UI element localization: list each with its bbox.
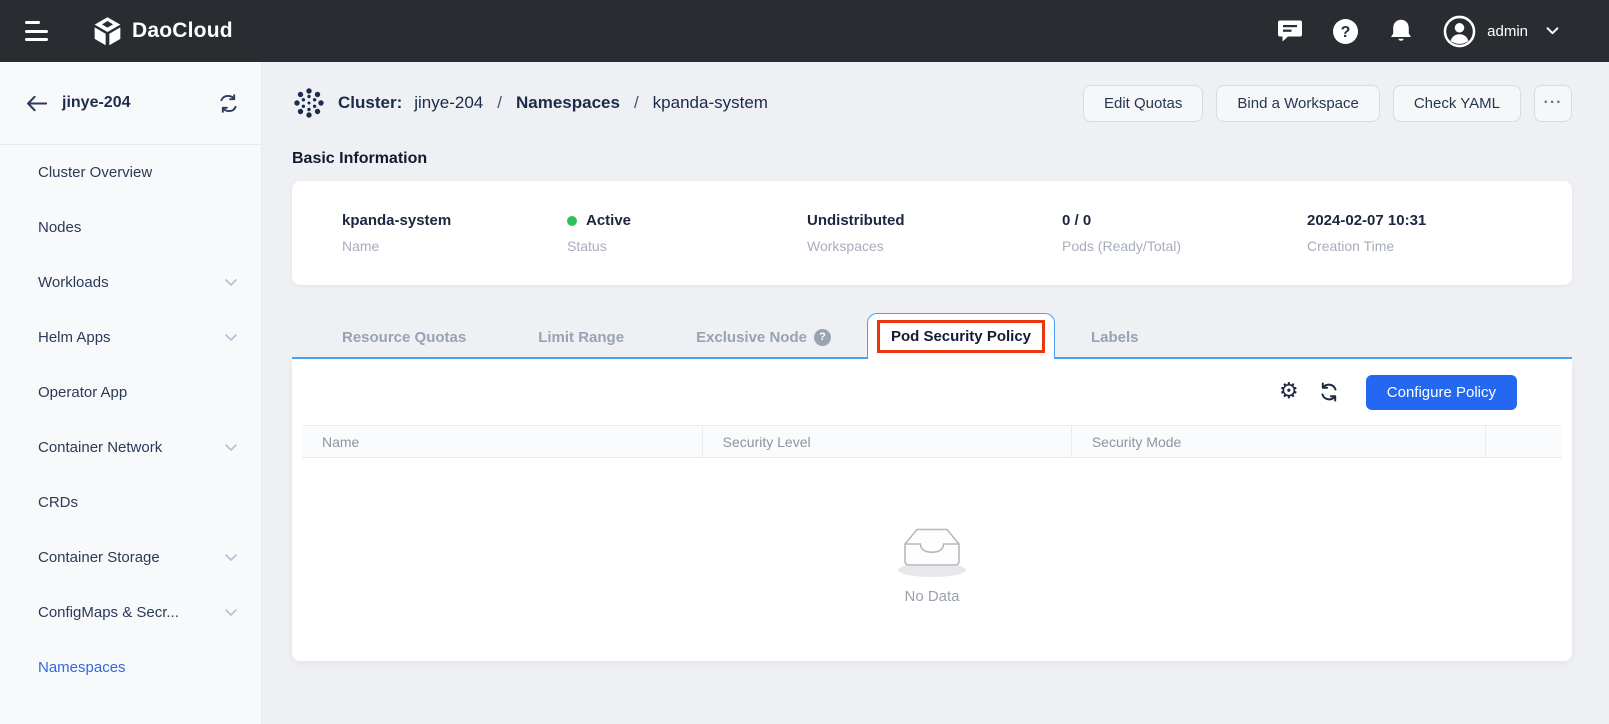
basic-information-title: Basic Information [292,150,428,167]
user-menu[interactable]: admin [1443,15,1559,48]
sidebar-item-operator-app[interactable]: Operator App [0,365,261,420]
field-label: Workspaces [807,238,884,254]
daocloud-logo-icon [91,15,124,48]
status-value: Active [567,212,807,229]
sidebar-item-label: Helm Apps [38,329,111,346]
bell-icon[interactable] [1388,18,1414,44]
sidebar-cluster-name: jinye-204 [62,94,131,111]
help-icon[interactable]: ? [1332,18,1359,45]
sidebar-item-label: Operator App [38,384,128,401]
breadcrumb: Cluster: jinye-204 / Namespaces / kpanda… [292,86,768,120]
tab-resource-quotas[interactable]: Resource Quotas [306,315,502,359]
column-header-name[interactable]: Name [302,426,703,457]
status-dot [567,215,577,226]
main-content: Cluster: jinye-204 / Namespaces / kpanda… [262,62,1609,724]
namespace-name-value: kpanda-system [342,212,452,229]
column-header-security-level[interactable]: Security Level [703,426,1072,457]
breadcrumb-namespaces[interactable]: Namespaces [516,93,620,113]
chevron-down-icon [225,334,237,341]
chevron-down-icon [225,444,237,451]
breadcrumb-cluster-label: Cluster: [338,93,403,112]
panel-toolbar: ⚙ Configure Policy [292,359,1572,425]
breadcrumb-separator: / [633,93,639,112]
sidebar: jinye-204 Cluster Overview Nodes Workloa… [0,62,262,724]
cluster-icon [292,86,326,120]
brand[interactable]: DaoCloud [91,15,233,48]
sidebar-item-configmaps-secrets[interactable]: ConfigMaps & Secr... [0,585,261,640]
tab-exclusive-node[interactable]: Exclusive Node? [660,315,867,359]
table-empty-state: No Data [292,458,1572,661]
avatar [1443,15,1476,48]
table-header-row: Name Security Level Security Mode [302,425,1562,458]
pods-value: 0 / 0 [1062,212,1092,229]
pod-security-policy-panel: ⚙ Configure Policy Name Security Level S… [292,359,1572,661]
sidebar-item-helm-apps[interactable]: Helm Apps [0,310,261,365]
edit-quotas-button[interactable]: Edit Quotas [1083,84,1204,122]
sidebar-item-label: Workloads [38,274,109,291]
topbar: DaoCloud ? admin [0,0,1609,62]
no-data-label: No Data [904,588,960,605]
switch-cluster-icon[interactable] [218,93,239,113]
basic-information-card: kpanda-system Name Active Status Undistr… [292,181,1572,285]
field-label: Creation Time [1307,238,1395,254]
column-header-actions [1486,426,1562,457]
field-label: Pods (Ready/Total) [1062,238,1182,254]
settings-gear-icon[interactable]: ⚙ [1279,381,1299,403]
tab-pod-security-policy[interactable]: Pod Security Policy [866,313,1055,359]
sidebar-item-label: ConfigMaps & Secr... [38,604,179,621]
check-yaml-button[interactable]: Check YAML [1392,84,1521,122]
page-header: Cluster: jinye-204 / Namespaces / kpanda… [292,80,1572,126]
sidebar-item-label: Nodes [38,219,82,236]
username: admin [1487,22,1528,40]
no-data-inbox-icon [898,528,966,577]
sidebar-header: jinye-204 [0,62,261,145]
hamburger-menu-icon[interactable] [25,21,49,41]
sidebar-item-label: Container Network [38,439,163,456]
field-label: Name [342,238,380,254]
chevron-down-icon [225,279,237,286]
chevron-down-icon [225,609,237,616]
breadcrumb-separator: / [497,93,502,112]
svg-text:?: ? [1341,24,1351,41]
more-actions-button[interactable]: ··· [1534,84,1572,122]
sidebar-item-cluster-overview[interactable]: Cluster Overview [0,145,261,200]
topbar-right: ? admin [1277,15,1609,48]
workspaces-value: Undistributed [807,212,905,229]
sidebar-item-namespaces[interactable]: Namespaces [0,640,261,695]
sidebar-item-crds[interactable]: CRDs [0,475,261,530]
info-field-status: Active Status [567,212,807,254]
bind-workspace-button[interactable]: Bind a Workspace [1216,84,1380,122]
sidebar-item-label: Container Storage [38,549,160,566]
question-mark-icon[interactable]: ? [813,328,831,346]
highlight-annotation-box: Pod Security Policy [876,320,1045,353]
back-arrow-icon[interactable] [26,95,47,112]
creation-time-value: 2024-02-07 10:31 [1307,212,1427,229]
sidebar-item-workloads[interactable]: Workloads [0,255,261,310]
breadcrumb-cluster-name[interactable]: jinye-204 [414,93,483,113]
field-label: Status [567,238,607,254]
message-icon[interactable] [1277,19,1303,43]
info-field-name: kpanda-system Name [342,212,567,254]
header-actions: Edit Quotas Bind a Workspace Check YAML … [1083,84,1572,122]
column-header-security-mode[interactable]: Security Mode [1072,426,1487,457]
tab-labels[interactable]: Labels [1055,315,1175,359]
refresh-icon[interactable] [1319,382,1339,402]
info-field-workspaces: Undistributed Workspaces [807,212,1062,254]
tabbar: Resource Quotas Limit Range Exclusive No… [292,313,1572,359]
tab-limit-range[interactable]: Limit Range [502,315,660,359]
chevron-down-icon [225,554,237,561]
sidebar-item-label: CRDs [38,494,78,511]
info-field-creation-time: 2024-02-07 10:31 Creation Time [1307,212,1426,254]
sidebar-menu: Cluster Overview Nodes Workloads Helm Ap… [0,145,261,695]
sidebar-item-label: Cluster Overview [38,164,153,181]
sidebar-item-label: Namespaces [38,659,126,676]
sidebar-item-container-network[interactable]: Container Network [0,420,261,475]
configure-policy-button[interactable]: Configure Policy [1365,374,1517,410]
chevron-down-icon [1546,27,1559,35]
brand-name: DaoCloud [132,19,233,42]
sidebar-item-container-storage[interactable]: Container Storage [0,530,261,585]
sidebar-item-nodes[interactable]: Nodes [0,200,261,255]
info-field-pods: 0 / 0 Pods (Ready/Total) [1062,212,1307,254]
breadcrumb-current: kpanda-system [652,93,768,112]
